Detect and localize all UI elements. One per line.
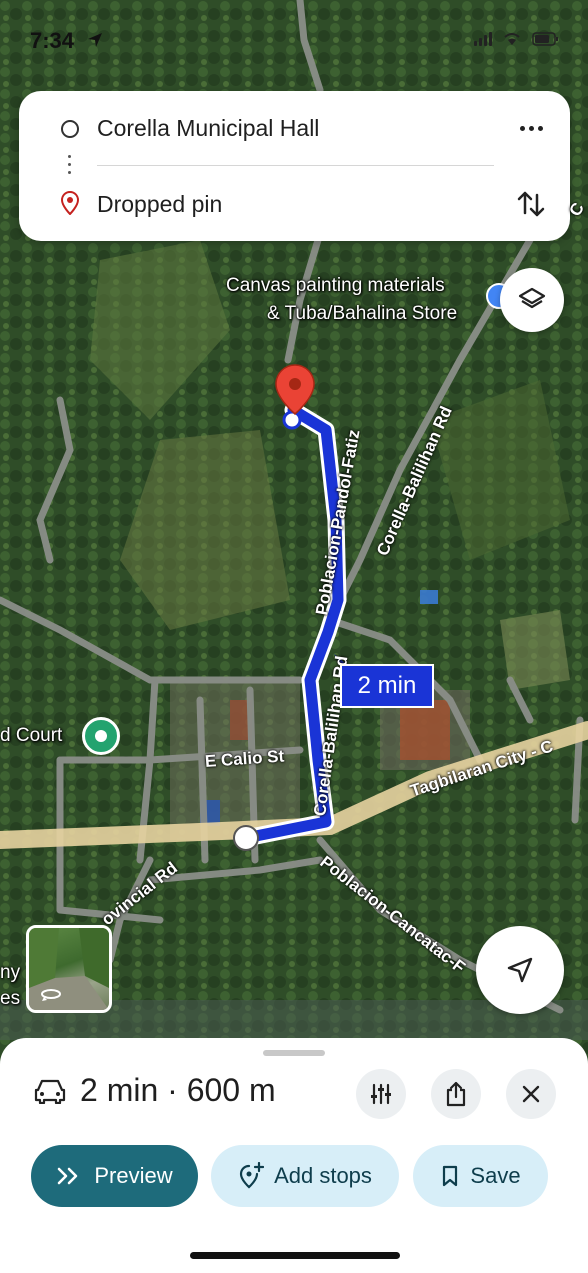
location-arrow-icon [88,33,102,47]
share-button[interactable] [431,1069,481,1119]
save-label: Save [470,1163,521,1188]
layers-button[interactable] [500,268,564,332]
poi-label-canvas-line1: Canvas painting materials [226,275,445,296]
street-view-thumbnail[interactable] [26,925,112,1013]
layers-icon [518,287,546,309]
home-indicator[interactable] [190,1252,400,1259]
add-location-icon [239,1162,265,1189]
bookmark-icon [443,1165,458,1187]
court-poi-marker[interactable] [82,717,120,755]
swap-vertical-icon[interactable] [514,187,548,221]
edge-label-line2: es [0,988,21,1009]
status-time: 7:34 [30,28,75,53]
card-divider [97,165,494,166]
route-options-button[interactable] [356,1069,406,1119]
double-chevron-right-icon [58,1167,78,1185]
route-card: Corella Municipal Hall Dropped pin [19,91,570,241]
add-stops-button[interactable]: Add stops [211,1145,399,1207]
navigate-button[interactable] [476,926,564,1014]
destination-pin-icon [61,191,79,215]
route-summary: 2 min · 600 m [34,1072,276,1109]
status-bar: 7:34 [0,28,588,58]
navigation-arrow-icon [507,957,533,983]
car-icon [34,1079,66,1104]
route-time-callout[interactable]: 2 min [340,664,434,708]
preview-label: Preview [94,1163,173,1188]
origin-field[interactable]: Corella Municipal Hall [97,115,319,142]
share-icon [446,1081,466,1107]
preview-button[interactable]: Preview [31,1145,198,1207]
close-icon [522,1085,540,1103]
street-view-image [29,928,109,1010]
route-dots-icon [68,155,72,179]
sheet-drag-handle[interactable] [263,1050,325,1056]
wifi-icon [504,33,520,45]
poi-label-canvas-line2: & Tuba/Bahalina Store [267,303,458,324]
battery-icon [532,32,558,46]
edge-label-line1: ny [0,962,21,983]
poi-label-court: d Court [0,725,63,746]
destination-field[interactable]: Dropped pin [97,191,222,218]
route-summary-text: 2 min · 600 m [80,1072,276,1108]
close-button[interactable] [506,1069,556,1119]
origin-circle-icon [61,120,79,138]
cellular-signal-icon [474,32,492,46]
add-stops-label: Add stops [274,1163,372,1188]
start-point [233,825,259,851]
more-options-icon[interactable] [514,113,548,143]
save-button[interactable]: Save [413,1145,548,1207]
sliders-icon [371,1083,391,1105]
